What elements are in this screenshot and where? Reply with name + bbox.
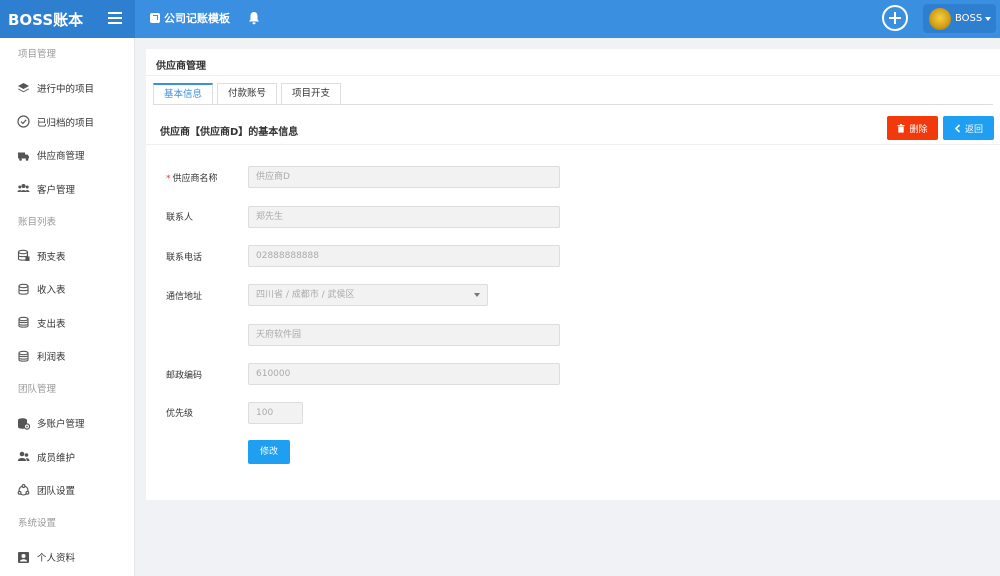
required-mark: * <box>166 174 171 184</box>
delete-button-label: 删除 <box>909 124 928 135</box>
brand: BOSS账本 <box>0 0 135 38</box>
chevron-down-icon <box>985 16 992 21</box>
sidebar-item-archived-projects[interactable]: 已归档的项目 <box>0 105 134 139</box>
database-icon <box>18 316 29 328</box>
divider <box>153 104 993 105</box>
sidebar-item-income[interactable]: 收入表 <box>0 273 134 307</box>
region-select-value: 四川省 / 成都市 / 武侯区 <box>256 290 355 300</box>
sidebar-group-accounts: 账目列表 <box>18 216 57 228</box>
contact-label: 联系人 <box>166 213 194 223</box>
back-button-label: 返回 <box>964 124 983 135</box>
region-select[interactable]: 四川省 / 成都市 / 武侯区 <box>248 284 488 306</box>
sidebar-item-multi-account[interactable]: 多账户管理 <box>0 407 134 441</box>
edit-button[interactable]: 修改 <box>248 440 290 464</box>
supplier-name-field[interactable]: 供应商D <box>248 166 560 188</box>
tab-project-expense[interactable]: 项目开支 <box>281 83 342 104</box>
database-icon <box>18 350 29 362</box>
sidebar-item-profile[interactable]: 个人资料 <box>0 541 134 575</box>
sidebar-item-suppliers[interactable]: 供应商管理 <box>0 139 134 173</box>
database-gear-icon <box>18 418 30 430</box>
sidebar-item-active-projects[interactable]: 进行中的项目 <box>0 72 134 106</box>
divider <box>146 144 1000 145</box>
sidebar-group-system: 系统设置 <box>18 518 57 529</box>
external-link-icon <box>150 13 160 23</box>
sidebar-item-label: 个人资料 <box>37 553 76 565</box>
divider <box>146 75 1000 76</box>
sidebar-item-team-settings[interactable]: 团队设置 <box>0 474 134 508</box>
sidebar-item-members[interactable]: 成员维护 <box>0 440 134 474</box>
user-menu-button[interactable]: BOSS <box>923 4 996 33</box>
user-name: BOSS <box>955 13 983 24</box>
check-circle-icon <box>17 115 30 128</box>
user-group-icon <box>17 451 30 462</box>
template-link-label: 公司记账模板 <box>164 12 230 25</box>
priority-label: 优先级 <box>166 409 194 419</box>
top-bar: BOSS账本 公司记账模板 BOSS <box>0 0 1000 38</box>
sidebar-item-label: 客户管理 <box>37 184 76 196</box>
database-icon <box>17 249 30 262</box>
phone-field[interactable]: 02888888888 <box>248 245 560 267</box>
delete-button[interactable]: 删除 <box>887 116 938 140</box>
truck-icon <box>18 152 29 161</box>
back-button[interactable]: 返回 <box>943 116 994 140</box>
sidebar-item-label: 利润表 <box>37 352 66 364</box>
tab-bar: 基本信息 付款账号 项目开支 <box>153 83 345 105</box>
supplier-name-label-text: 供应商名称 <box>172 174 218 184</box>
chevron-left-icon <box>954 123 961 133</box>
tab-payment-account[interactable]: 付款账号 <box>217 83 278 104</box>
sidebar-item-label: 供应商管理 <box>37 151 85 163</box>
postcode-field[interactable]: 610000 <box>248 363 560 385</box>
sidebar-item-label: 收入表 <box>37 285 66 297</box>
trash-icon <box>897 123 905 133</box>
add-button[interactable] <box>882 5 908 31</box>
template-link[interactable]: 公司记账模板 <box>150 10 230 26</box>
sidebar-item-customers[interactable]: 客户管理 <box>0 172 134 206</box>
contact-field[interactable]: 郑先生 <box>248 206 560 228</box>
tab-basic-info[interactable]: 基本信息 <box>153 83 214 104</box>
section-title: 供应商【供应商D】的基本信息 <box>160 127 299 138</box>
brand-title: BOSS账本 <box>8 11 84 29</box>
sidebar-group-project: 项目管理 <box>18 49 57 60</box>
layers-icon <box>18 82 29 93</box>
sidebar-item-label: 预支表 <box>37 251 66 263</box>
postcode-label: 邮政编码 <box>166 371 203 381</box>
sidebar-item-profit[interactable]: 利润表 <box>0 340 134 374</box>
sidebar-item-label: 多账户管理 <box>37 419 85 431</box>
database-icon <box>18 283 29 295</box>
priority-field[interactable]: 100 <box>248 402 303 424</box>
supplier-name-label: * 供应商名称 <box>166 171 218 184</box>
sidebar-item-label: 团队设置 <box>37 486 76 498</box>
sidebar-item-label: 已归档的项目 <box>37 117 95 129</box>
page-title: 供应商管理 <box>156 61 206 72</box>
sidebar-item-label: 支出表 <box>37 318 66 330</box>
phone-label: 联系电话 <box>166 253 203 263</box>
sidebar-group-team: 团队管理 <box>18 384 57 395</box>
address-label: 通信地址 <box>166 292 203 302</box>
avatar <box>929 7 951 30</box>
sidebar: 项目管理 进行中的项目 已归档的项目 供应商管理 客户管理 账目列表 预支表 收… <box>0 38 135 576</box>
bell-icon[interactable] <box>248 11 260 25</box>
team-icon <box>17 483 30 496</box>
users-icon <box>17 184 30 193</box>
sidebar-item-label: 成员维护 <box>37 452 76 464</box>
sidebar-item-advance[interactable]: 预支表 <box>0 239 134 273</box>
sidebar-item-expense[interactable]: 支出表 <box>0 306 134 340</box>
menu-toggle-icon[interactable] <box>108 12 122 24</box>
sidebar-item-label: 进行中的项目 <box>37 84 95 96</box>
supplier-panel: 供应商管理 基本信息 付款账号 项目开支 供应商【供应商D】的基本信息 删除 返… <box>146 49 1000 500</box>
street-field[interactable]: 天府软件园 <box>248 324 560 346</box>
profile-icon <box>18 551 29 563</box>
chevron-down-icon <box>474 293 480 297</box>
